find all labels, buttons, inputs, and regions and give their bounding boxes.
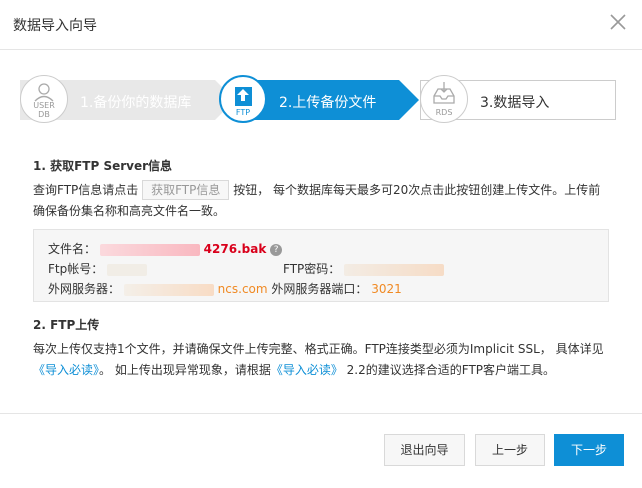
section-1-text-before: 查询FTP信息请点击	[33, 183, 139, 197]
close-icon[interactable]	[608, 12, 628, 32]
user-db-icon: USER DB	[20, 75, 68, 123]
ftp-icon-text: FTP	[235, 108, 251, 117]
step-1-label: 1.备份你的数据库	[80, 95, 192, 111]
port-label: 外网服务器端口：	[271, 282, 368, 296]
dialog-header: 数据导入向导	[0, 0, 642, 50]
file-name-redacted	[99, 243, 200, 256]
step-indicator: USER DB FTP RDS 1.备份你的数据库 2.上传备份文件 3.数据导…	[20, 75, 620, 125]
section-1-text-line2: 确保备份集名称和高亮文件名一致。	[33, 204, 226, 218]
import-wizard-dialog: 数据导入向导 USER DB FTP RDS 1.备份你的数据库 2.上传备份文…	[0, 0, 642, 488]
step-2-label: 2.上传备份文件	[279, 95, 377, 111]
rds-icon: RDS	[420, 75, 468, 123]
section-2-title: 2. FTP上传	[33, 318, 100, 332]
previous-step-button[interactable]: 上一步	[475, 434, 545, 466]
ftp-password-label: FTP密码：	[283, 262, 341, 276]
section-2-line2-b: 2.2的建议选择合适的FTP客户端工具。	[342, 363, 556, 377]
section-1-title: 1. 获取FTP Server信息	[33, 159, 173, 173]
rds-icon-text: RDS	[435, 108, 453, 117]
footer-divider	[0, 413, 642, 414]
import-guide-link-2[interactable]: 《导入必读》	[271, 363, 343, 377]
ftp-info-box: 文件名： 4276.bak ? Ftp帐号： FTP密码： 外网服务器： ncs…	[33, 229, 609, 302]
section-2-text: 每次上传仅支持1个文件，并请确保文件上传完整、格式正确。FTP连接类型必须为Im…	[33, 339, 609, 381]
ftp-account-label: Ftp帐号：	[48, 262, 104, 276]
server-label: 外网服务器：	[48, 282, 121, 296]
next-step-button[interactable]: 下一步	[554, 434, 624, 466]
step-3-label: 3.数据导入	[480, 95, 550, 111]
dialog-title: 数据导入向导	[13, 18, 97, 34]
import-guide-link-1[interactable]: 《导入必读》	[33, 363, 99, 377]
get-ftp-info-button[interactable]: 获取FTP信息	[142, 180, 230, 200]
section-2-line1: 每次上传仅支持1个文件，并请确保文件上传完整、格式正确。FTP连接类型必须为Im…	[33, 342, 604, 356]
file-name-label: 文件名：	[48, 242, 97, 256]
server-redacted	[123, 283, 214, 296]
user-db-icon-text-1: USER	[33, 101, 55, 110]
section-1-text-after: 按钮， 每个数据库每天最多可20次点击此按钮创建上传文件。上传前	[233, 183, 601, 197]
help-icon[interactable]: ?	[270, 243, 283, 256]
ftp-account-redacted	[107, 263, 148, 276]
server-value: ncs.com	[217, 282, 268, 296]
ftp-upload-icon: FTP	[219, 75, 267, 123]
user-db-icon-text-2: DB	[38, 110, 50, 119]
ftp-password-redacted	[344, 263, 445, 276]
section-2-line2-a: 。 如上传出现异常现象，请根据	[99, 363, 271, 377]
section-1-text: 查询FTP信息请点击 获取FTP信息 按钮， 每个数据库每天最多可20次点击此按…	[33, 180, 609, 222]
file-name-value: 4276.bak	[203, 242, 267, 256]
exit-wizard-button[interactable]: 退出向导	[384, 434, 465, 466]
port-value: 3021	[371, 282, 402, 296]
